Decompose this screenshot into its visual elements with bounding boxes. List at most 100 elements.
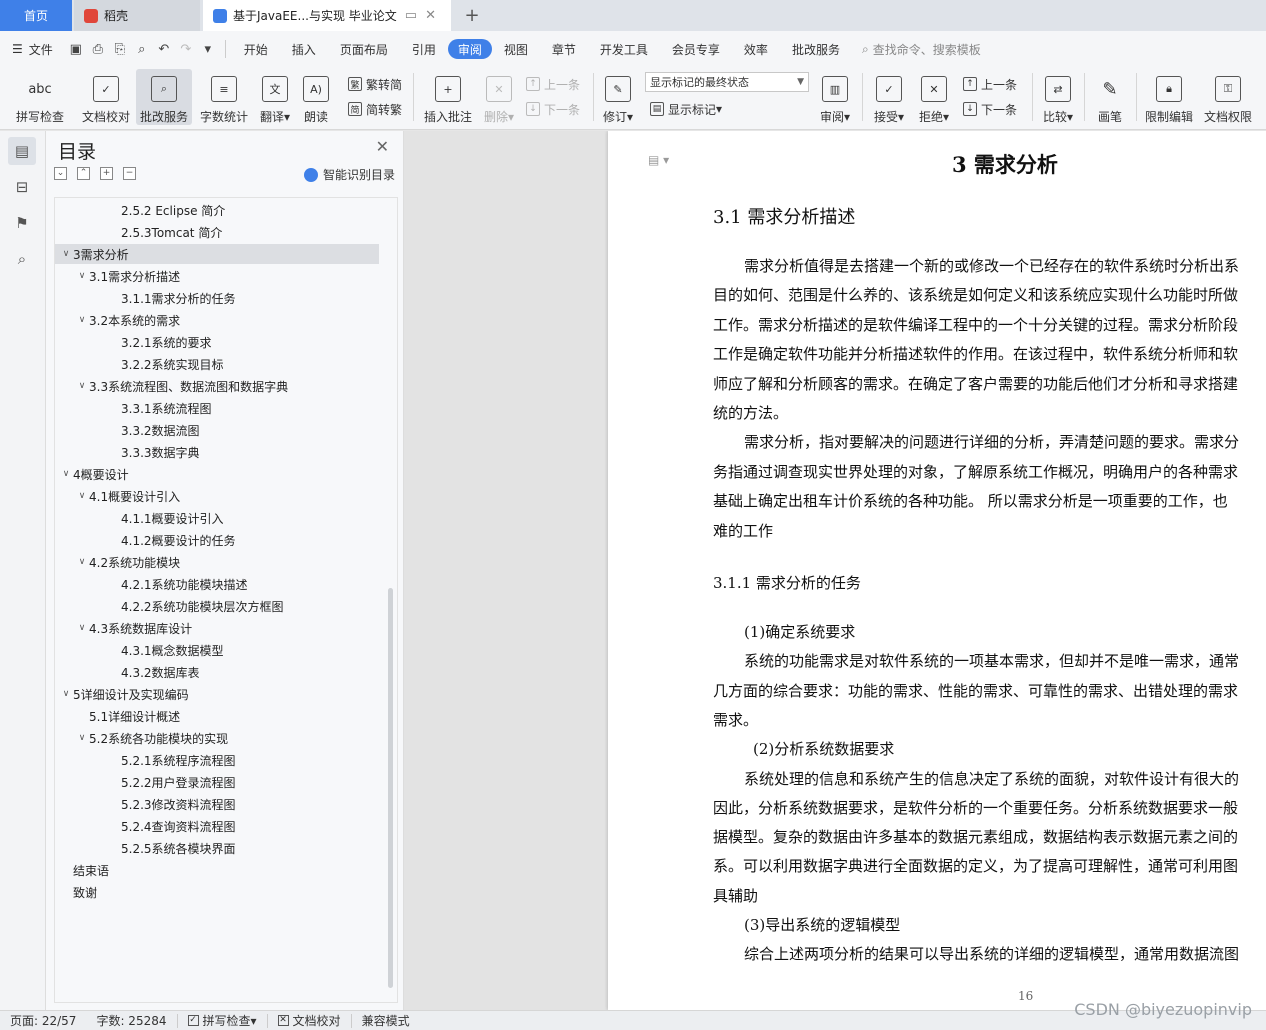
toc-item[interactable]: ∨ 4.1概要设计引入 — [55, 486, 379, 506]
export-pdf-icon[interactable]: ⎙ — [87, 39, 109, 59]
save-icon[interactable]: ▣ — [65, 39, 87, 59]
simp-to-trad-button[interactable]: 简简转繁 — [348, 99, 402, 119]
tab-home[interactable]: 首页 — [0, 0, 72, 31]
proof-toggle[interactable]: ✕ 文档校对 — [268, 1012, 351, 1029]
toc-item[interactable]: 3.3.3数据字典 — [55, 442, 379, 462]
track-changes-button[interactable]: ✎ 修订▾ — [600, 69, 636, 125]
tab-document[interactable]: 基于JavaEE...与实现 毕业论文 ▭ ✕ — [203, 0, 451, 31]
chevron-down-icon[interactable]: ∨ — [59, 689, 73, 699]
menu-chapter[interactable]: 章节 — [540, 39, 588, 59]
toc-item[interactable]: 3.2.2系统实现目标 — [55, 354, 379, 374]
find-icon[interactable]: ⌕ — [8, 245, 36, 273]
chevron-down-icon[interactable]: ∨ — [75, 381, 89, 391]
trad-to-simp-button[interactable]: 繁繁转简 — [348, 74, 402, 94]
next-comment-button[interactable]: ↓ 下一条 — [526, 99, 580, 119]
review-pane-button[interactable]: ▥ 审阅▾ — [814, 69, 856, 125]
toc-item[interactable]: 2.5.2 Eclipse 简介 — [55, 200, 379, 220]
chevron-down-icon[interactable]: ∨ — [59, 469, 73, 479]
chevron-down-icon[interactable]: ∨ — [75, 623, 89, 633]
toc-item[interactable]: 致谢 — [55, 882, 379, 902]
chevron-down-icon[interactable]: ∨ — [59, 249, 73, 259]
menu-insert[interactable]: 插入 — [280, 39, 328, 59]
document-page[interactable]: ▤ ▾ 3 需求分析 3.1 需求分析描述 3.1.1 需求分析的任务 需求分析… — [608, 131, 1266, 1010]
chevron-down-icon[interactable]: ∨ — [75, 491, 89, 501]
toc-scrollbar[interactable] — [388, 588, 393, 988]
menu-references[interactable]: 引用 — [400, 39, 448, 59]
bookmark-icon[interactable]: ⚑ — [8, 209, 36, 237]
expand-all-icon[interactable]: ⌄ — [54, 167, 67, 180]
smart-toc-button[interactable]: 智能识别目录 — [303, 166, 395, 183]
file-menu[interactable]: ☰ 文件 — [0, 39, 65, 59]
pen-button[interactable]: ✎ 画笔 — [1090, 69, 1130, 125]
translate-button[interactable]: 文 翻译▾ — [256, 69, 294, 125]
menu-efficiency[interactable]: 效率 — [732, 39, 780, 59]
toc-item[interactable]: ∨ 4概要设计 — [55, 464, 379, 484]
chevron-down-icon[interactable]: ∨ — [75, 557, 89, 567]
tab-close-icon[interactable]: ✕ — [425, 8, 436, 23]
page-indicator[interactable]: 页面: 22/57 — [0, 1012, 86, 1029]
chevron-down-icon[interactable]: ∨ — [75, 271, 89, 281]
toc-item[interactable]: 4.1.1概要设计引入 — [55, 508, 379, 528]
toc-item[interactable]: ∨ 4.3系统数据库设计 — [55, 618, 379, 638]
toc-item[interactable]: 4.1.2概要设计的任务 — [55, 530, 379, 550]
tab-monitor-icon[interactable]: ▭ — [405, 8, 417, 23]
chevron-down-icon[interactable]: ∨ — [75, 315, 89, 325]
add-level-icon[interactable]: + — [100, 167, 113, 180]
next-change-button[interactable]: ↓ 下一条 — [963, 99, 1017, 119]
spell-check-button[interactable]: abc 拼写检查 — [8, 69, 72, 125]
toc-panel-icon[interactable]: ▤ — [8, 137, 36, 165]
print-preview-icon[interactable]: ⌕ — [131, 39, 153, 59]
toc-item[interactable]: 2.5.3Tomcat 简介 — [55, 222, 379, 242]
toc-item[interactable]: 4.3.2数据库表 — [55, 662, 379, 682]
compare-button[interactable]: ⇄ 比较▾ — [1038, 69, 1078, 125]
toc-item[interactable]: ∨ 4.2系统功能模块 — [55, 552, 379, 572]
toc-item[interactable]: 3.1.1需求分析的任务 — [55, 288, 379, 308]
toc-item[interactable]: ∨ 3需求分析 — [55, 244, 379, 264]
undo-icon[interactable]: ↶ — [153, 39, 175, 59]
markup-state-select[interactable]: 显示标记的最终状态 ▼ — [645, 72, 809, 92]
correction-service-button[interactable]: ⌕ 批改服务 — [136, 69, 192, 125]
menu-start[interactable]: 开始 — [232, 39, 280, 59]
toc-item[interactable]: 5.2.3修改资料流程图 — [55, 794, 379, 814]
menu-review[interactable]: 审阅 — [447, 39, 492, 59]
read-aloud-button[interactable]: A) 朗读 — [298, 69, 334, 125]
toc-item[interactable]: 3.3.1系统流程图 — [55, 398, 379, 418]
command-search[interactable]: ⌕ 查找命令、搜索模板 — [862, 41, 981, 58]
toc-item[interactable]: 4.3.1概念数据模型 — [55, 640, 379, 660]
toc-item[interactable]: 5.1详细设计概述 — [55, 706, 379, 726]
accept-button[interactable]: ✓ 接受▾ — [869, 69, 909, 125]
toc-item[interactable]: 4.2.1系统功能模块描述 — [55, 574, 379, 594]
page-options-icon[interactable]: ▤ ▾ — [648, 153, 669, 167]
print-icon[interactable]: ⎘ — [109, 39, 131, 59]
toc-item[interactable]: 5.2.2用户登录流程图 — [55, 772, 379, 792]
prev-change-button[interactable]: ↑ 上一条 — [963, 74, 1017, 94]
chevron-down-icon[interactable]: ∨ — [75, 733, 89, 743]
word-count-button[interactable]: ≡ 字数统计 — [196, 69, 252, 125]
reject-button[interactable]: ✕ 拒绝▾ — [914, 69, 954, 125]
toc-item[interactable]: 3.3.2数据流图 — [55, 420, 379, 440]
toc-item[interactable]: ∨ 3.3系统流程图、数据流图和数据字典 — [55, 376, 379, 396]
toc-item[interactable]: 4.2.2系统功能模块层次方框图 — [55, 596, 379, 616]
remove-level-icon[interactable]: − — [123, 167, 136, 180]
toc-item[interactable]: ∨ 3.1需求分析描述 — [55, 266, 379, 286]
toc-item[interactable]: 5.2.1系统程序流程图 — [55, 750, 379, 770]
quick-access-dropdown-icon[interactable]: ▾ — [197, 39, 219, 59]
doc-permission-button[interactable]: ⚿ 文档权限 — [1200, 69, 1256, 125]
toc-item[interactable]: 5.2.5系统各模块界面 — [55, 838, 379, 858]
close-icon[interactable]: ✕ — [376, 137, 389, 156]
word-count-indicator[interactable]: 字数: 25284 — [86, 1012, 176, 1029]
menu-page-layout[interactable]: 页面布局 — [328, 39, 400, 59]
restrict-edit-button[interactable]: 🔒︎ 限制编辑 — [1141, 69, 1197, 125]
doc-check-button[interactable]: ✓ 文档校对 — [78, 69, 134, 125]
menu-view[interactable]: 视图 — [492, 39, 540, 59]
new-tab-button[interactable]: + — [458, 0, 486, 31]
spell-check-toggle[interactable]: ✓ 拼写检查 ▾ — [178, 1012, 267, 1029]
prev-comment-button[interactable]: ↑ 上一条 — [526, 74, 580, 94]
redo-icon[interactable]: ↷ — [175, 39, 197, 59]
menu-member[interactable]: 会员专享 — [660, 39, 732, 59]
menu-correction-service[interactable]: 批改服务 — [780, 39, 852, 59]
toc-item[interactable]: ∨ 5详细设计及实现编码 — [55, 684, 379, 704]
chapter-nav-icon[interactable]: ⊟ — [8, 173, 36, 201]
show-markup-button[interactable]: ▤ 显示标记 ▾ — [650, 99, 722, 119]
toc-item[interactable]: ∨ 5.2系统各功能模块的实现 — [55, 728, 379, 748]
